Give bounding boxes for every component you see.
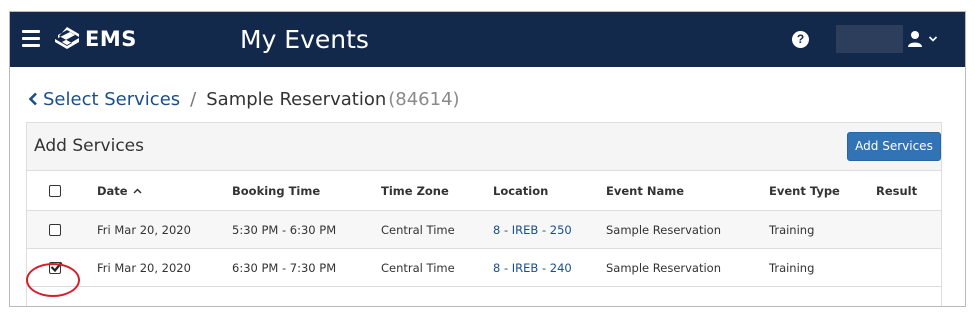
table-row[interactable]: Fri Mar 20, 2020 5:30 PM - 6:30 PM Centr… bbox=[27, 211, 941, 249]
sort-ascending-icon bbox=[133, 187, 142, 194]
services-table: Date Booking Time Time Zone Location Eve… bbox=[27, 171, 941, 287]
select-all-checkbox[interactable] bbox=[49, 184, 61, 197]
chevron-down-icon[interactable] bbox=[928, 35, 938, 43]
table-row[interactable]: Fri Mar 20, 2020 6:30 PM - 7:30 PM Centr… bbox=[27, 249, 941, 287]
chevron-left-icon bbox=[28, 92, 37, 106]
column-header-time-zone[interactable]: Time Zone bbox=[381, 171, 449, 210]
cell-date: Fri Mar 20, 2020 bbox=[97, 222, 191, 237]
app-window: EMS My Events ? Select Services / Sample… bbox=[9, 11, 966, 307]
reservation-id: (84614) bbox=[388, 88, 460, 110]
help-icon[interactable]: ? bbox=[792, 31, 809, 48]
cell-event-name: Sample Reservation bbox=[606, 260, 721, 275]
breadcrumb-separator: / bbox=[190, 88, 197, 110]
page-title: My Events bbox=[240, 25, 369, 54]
cell-location-link[interactable]: 8 - IREB - 250 bbox=[493, 211, 572, 248]
add-services-panel: Add Services Add Services Date Booking T… bbox=[26, 122, 942, 306]
breadcrumb: Select Services / Sample Reservation (84… bbox=[28, 87, 460, 111]
checkmark-icon bbox=[50, 261, 63, 272]
breadcrumb-back-label: Select Services bbox=[43, 88, 181, 110]
column-header-location[interactable]: Location bbox=[493, 171, 548, 210]
cell-event-name: Sample Reservation bbox=[606, 222, 721, 237]
panel-header: Add Services Add Services bbox=[27, 123, 941, 171]
menu-icon[interactable] bbox=[22, 30, 40, 47]
row-checkbox[interactable] bbox=[49, 223, 61, 236]
cell-event-type: Training bbox=[769, 222, 815, 237]
ems-logo[interactable]: EMS bbox=[53, 25, 137, 53]
column-header-result[interactable]: Result bbox=[876, 171, 917, 210]
user-name-field[interactable] bbox=[836, 25, 903, 53]
ems-logo-icon bbox=[55, 27, 79, 49]
cell-time-zone: Central Time bbox=[381, 222, 455, 237]
breadcrumb-back-link[interactable]: Select Services bbox=[28, 89, 180, 110]
cell-event-type: Training bbox=[769, 260, 815, 275]
column-header-booking-time[interactable]: Booking Time bbox=[232, 171, 320, 210]
table-header-row: Date Booking Time Time Zone Location Eve… bbox=[27, 171, 941, 211]
top-nav-bar: EMS My Events ? bbox=[10, 12, 965, 67]
cell-time-zone: Central Time bbox=[381, 260, 455, 275]
add-services-button[interactable]: Add Services bbox=[847, 132, 941, 161]
panel-title: Add Services bbox=[34, 136, 145, 156]
row-checkbox-checked[interactable] bbox=[49, 261, 63, 274]
user-icon[interactable] bbox=[907, 30, 923, 48]
column-header-date[interactable]: Date bbox=[97, 171, 142, 210]
breadcrumb-current: Sample Reservation bbox=[206, 88, 387, 110]
cell-booking-time: 5:30 PM - 6:30 PM bbox=[232, 222, 337, 237]
cell-booking-time: 6:30 PM - 7:30 PM bbox=[232, 260, 337, 275]
column-header-event-type[interactable]: Event Type bbox=[769, 171, 840, 210]
cell-date: Fri Mar 20, 2020 bbox=[97, 260, 191, 275]
cell-location-link[interactable]: 8 - IREB - 240 bbox=[493, 249, 572, 286]
column-header-event-name[interactable]: Event Name bbox=[606, 171, 684, 210]
logo-text: EMS bbox=[85, 27, 137, 51]
